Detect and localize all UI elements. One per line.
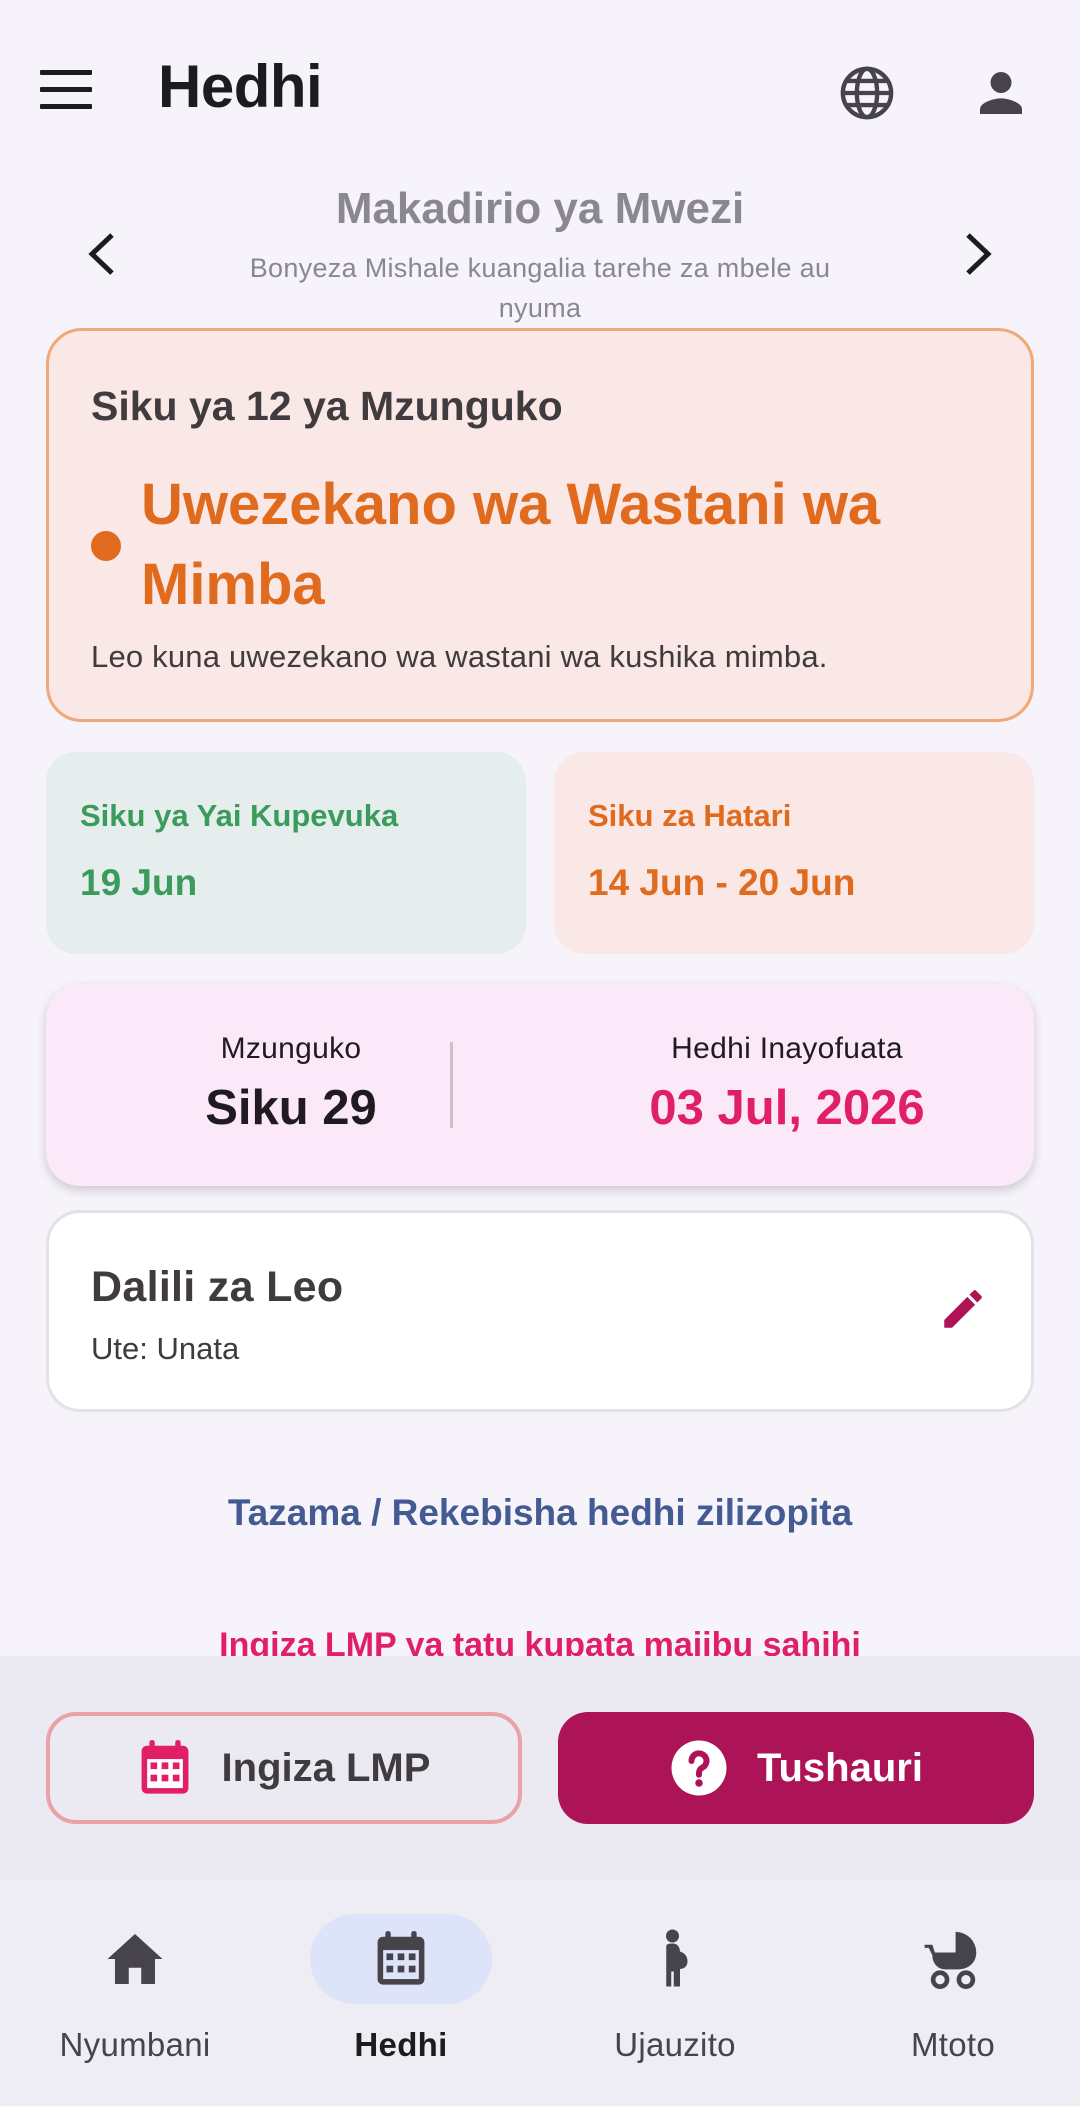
chevron-left-icon (88, 233, 114, 275)
enter-lmp-button[interactable]: Ingiza LMP (46, 1712, 522, 1824)
nav-icon-container (310, 1914, 492, 2004)
cycle-day-label: Siku ya 12 ya Mzunguko (91, 383, 563, 429)
symptoms-value: Ute: Unata (91, 1331, 240, 1366)
risk-indicator-dot (91, 531, 121, 561)
calendar-icon (141, 1740, 188, 1794)
action-bar: Ingiza LMP Tushauri (0, 1656, 1080, 1880)
menu-icon (40, 70, 92, 109)
nav-item-period[interactable]: Hedhi (266, 1914, 536, 2074)
pregnancy-risk-title: Uwezekano wa Wastani wa Mimba (141, 472, 881, 617)
calendar-icon (377, 1931, 425, 1985)
fertility-status-card: Siku ya 12 ya Mzunguko Uwezekano wa Wast… (46, 328, 1034, 722)
ovulation-date: 19 Jun (80, 862, 198, 903)
nav-item-home[interactable]: Nyumbani (0, 1914, 270, 2074)
danger-days-range: 14 Jun - 20 Jun (588, 862, 856, 903)
cycle-summary-card: Mzunguko Siku 29 Hedhi Inayofuata 03 Jul… (46, 984, 1034, 1186)
menu-button[interactable] (40, 48, 120, 132)
month-estimate-title: Makadirio ya Mwezi (335, 184, 745, 233)
next-period-date: 03 Jul, 2026 (649, 1081, 925, 1135)
language-button[interactable] (826, 52, 908, 134)
pregnancy-risk-description: Leo kuna uwezekano wa wastani wa kushika… (91, 639, 828, 674)
previous-month-button[interactable] (84, 222, 144, 286)
account-button[interactable] (960, 52, 1042, 134)
person-icon (980, 72, 1022, 114)
nav-icon-container (44, 1914, 226, 2004)
danger-days-label: Siku za Hatari (588, 798, 792, 833)
month-estimate-hint: Bonyeza Mishale kuangalia tarehe za mbel… (249, 253, 831, 323)
next-period-section: Hedhi Inayofuata 03 Jul, 2026 (540, 1032, 1034, 1136)
symptoms-title: Dalili za Leo (91, 1263, 344, 1311)
divider (450, 1042, 453, 1128)
cycle-length-label: Mzunguko (220, 1032, 362, 1065)
pencil-icon (944, 1290, 982, 1328)
nav-label: Nyumbani (59, 2026, 211, 2063)
bottom-navigation: Nyumbani Hedhi Ujauzito Mtoto (0, 1880, 1080, 2106)
nav-item-pregnancy[interactable]: Ujauzito (540, 1914, 810, 2074)
cycle-length-section: Mzunguko Siku 29 (46, 1032, 536, 1136)
next-period-label: Hedhi Inayofuata (671, 1032, 903, 1065)
period-history-link[interactable]: Tazama / Rekebisha hedhi zilizopita (0, 1492, 1080, 1534)
nav-icon-container (584, 1914, 766, 2004)
nav-item-child[interactable]: Mtoto (818, 1914, 1080, 2074)
enter-lmp-label: Ingiza LMP (221, 1745, 431, 1790)
ovulation-label: Siku ya Yai Kupevuka (80, 798, 399, 833)
advise-label: Tushauri (757, 1745, 923, 1790)
page-title: Hedhi (158, 53, 323, 120)
chevron-right-icon (966, 233, 992, 275)
next-month-button[interactable] (936, 222, 996, 286)
cycle-length-value: Siku 29 (205, 1081, 377, 1135)
nav-label: Ujauzito (614, 2026, 736, 2063)
nav-label: Hedhi (354, 2026, 448, 2063)
edit-symptoms-button[interactable] (933, 1279, 993, 1339)
pregnant-woman-icon (666, 1929, 688, 1987)
advise-button[interactable]: Tushauri (558, 1712, 1034, 1824)
home-icon (107, 1934, 163, 1984)
nav-icon-container (862, 1914, 1044, 2004)
help-circle-icon (671, 1740, 727, 1796)
stroller-icon (924, 1931, 977, 1989)
ovulation-day-card: Siku ya Yai Kupevuka 19 Jun (46, 752, 526, 954)
nav-label: Mtoto (910, 2026, 996, 2063)
today-symptoms-card[interactable]: Dalili za Leo Ute: Unata (46, 1210, 1034, 1412)
danger-days-card: Siku za Hatari 14 Jun - 20 Jun (554, 752, 1034, 954)
globe-icon (840, 66, 894, 120)
